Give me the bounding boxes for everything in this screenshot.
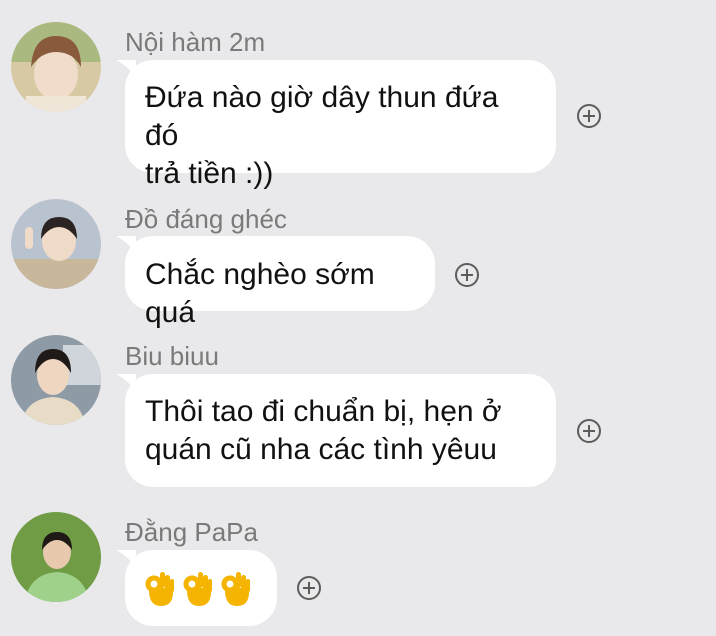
sender-name: Nội hàm 2m — [125, 27, 266, 57]
avatar[interactable] — [11, 199, 101, 289]
sender-name: Đằng PaPa — [125, 517, 258, 547]
message-bubble[interactable]: Thôi tao đi chuẩn bị, hẹn ở quán cũ nha … — [116, 374, 556, 487]
sender-name: Biu biuu — [125, 341, 219, 371]
sender-name: Đồ đáng ghéc — [125, 204, 287, 234]
message-line: quán cũ nha các tình yêuu — [145, 433, 497, 466]
ok-hand-emoji: 👌 — [183, 570, 213, 608]
ok-hand-emoji: 👌 — [221, 570, 251, 608]
add-reaction-icon[interactable] — [297, 576, 321, 600]
message-line: Chắc nghèo sớm quá — [145, 258, 375, 329]
add-reaction-icon[interactable] — [577, 419, 601, 443]
avatar[interactable] — [11, 22, 101, 112]
avatar[interactable] — [11, 512, 101, 602]
message-bubble[interactable]: Đứa nào giờ dây thun đứa đó trả tiền :)) — [116, 60, 556, 190]
ok-hand-emoji: 👌 — [145, 570, 175, 608]
message-line: Đứa nào giờ dây thun đứa đó — [145, 81, 499, 152]
message-bubble[interactable]: 👌 👌 👌 — [116, 550, 277, 626]
add-reaction-icon[interactable] — [577, 104, 601, 128]
avatar[interactable] — [11, 335, 101, 425]
message-line: trả tiền :)) — [145, 157, 274, 190]
message-line: Thôi tao đi chuẩn bị, hẹn ở — [145, 395, 502, 428]
add-reaction-icon[interactable] — [455, 263, 479, 287]
message-bubble[interactable]: Chắc nghèo sớm quá — [116, 236, 435, 329]
